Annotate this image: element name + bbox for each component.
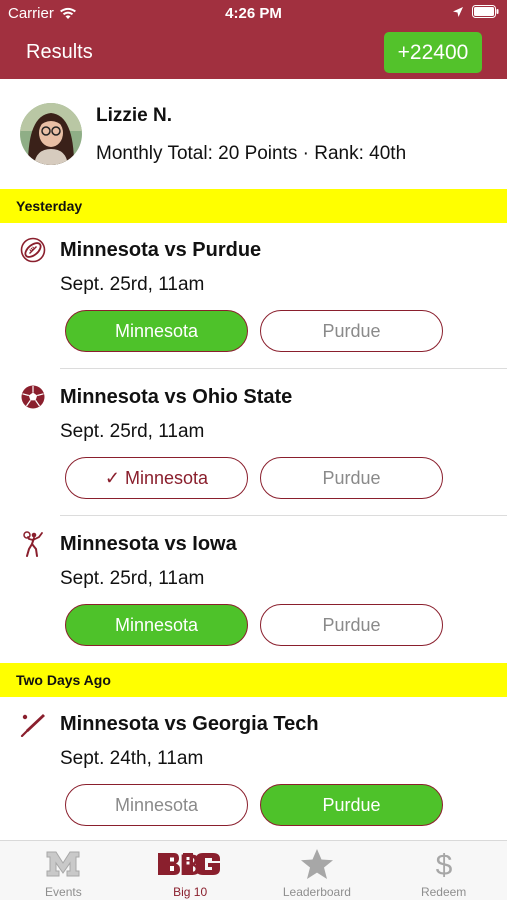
event-card: Minnesota vs Purdue Sept. 25rd, 11am Min… <box>0 223 507 369</box>
football-icon <box>20 237 46 263</box>
pick-minnesota-button[interactable]: Minnesota <box>65 784 248 826</box>
tab-label: Redeem <box>420 885 467 899</box>
pick-purdue-button[interactable]: Purdue <box>260 604 443 646</box>
pick-purdue-button[interactable]: Purdue <box>260 784 443 826</box>
event-card: Minnesota vs Ohio State Sept. 25rd, 11am… <box>0 370 507 516</box>
profile-name: Lizzie N. <box>96 105 173 126</box>
event-datetime: Sept. 24th, 11am <box>60 748 204 769</box>
event-card: Minnesota vs Iowa Sept. 25rd, 11am Minne… <box>0 517 507 663</box>
svg-text:$: $ <box>435 849 452 880</box>
event-matchup: Minnesota vs Iowa <box>60 533 237 555</box>
minnesota-m-icon <box>0 847 127 881</box>
pick-minnesota-button[interactable]: ✓ Minnesota <box>65 457 248 499</box>
tab-label: Leaderboard <box>282 885 351 899</box>
event-datetime: Sept. 25rd, 11am <box>60 421 205 442</box>
star-icon <box>254 847 381 881</box>
avatar[interactable] <box>20 103 82 165</box>
profile-card: Lizzie N. Monthly Total: 20 Points · Ran… <box>0 79 507 189</box>
profile-stats: Monthly Total: 20 Points · Rank: 40th <box>96 143 407 164</box>
tab-redeem[interactable]: $ Redeem <box>380 841 507 900</box>
baseball-bat-icon <box>20 714 45 737</box>
clock: 4:26 PM <box>225 5 282 22</box>
event-datetime: Sept. 25rd, 11am <box>60 568 205 589</box>
soccer-ball-icon <box>21 385 45 409</box>
volleyball-icon <box>23 531 43 557</box>
section-header-yesterday: Yesterday <box>0 189 507 223</box>
event-matchup: Minnesota vs Georgia Tech <box>60 713 319 735</box>
tab-leaderboard[interactable]: Leaderboard <box>254 841 381 900</box>
tab-label: Events <box>45 885 82 899</box>
big-ten-logo-icon: B <box>127 847 254 881</box>
tab-label: Big 10 <box>173 885 208 899</box>
event-matchup: Minnesota vs Ohio State <box>60 386 293 408</box>
section-header-two-days-ago: Two Days Ago <box>0 663 507 697</box>
page-title: Results <box>26 41 93 63</box>
divider <box>60 515 507 516</box>
event-datetime: Sept. 25rd, 11am <box>60 274 205 295</box>
status-bar: Carrier 4:26 PM <box>0 0 507 28</box>
event-card: Minnesota vs Georgia Tech Sept. 24th, 11… <box>0 697 507 843</box>
tab-bar: Events B Big 10 Leaderboard <box>0 840 507 900</box>
status-indicators <box>452 5 499 18</box>
battery-icon <box>472 5 499 18</box>
location-arrow-icon <box>453 6 463 17</box>
event-matchup: Minnesota vs Purdue <box>60 239 262 261</box>
tab-events[interactable]: Events <box>0 841 127 900</box>
pick-purdue-button[interactable]: Purdue <box>260 310 443 352</box>
pick-minnesota-button[interactable]: Minnesota <box>65 310 248 352</box>
tab-big-10[interactable]: B Big 10 <box>127 841 254 900</box>
pick-purdue-button[interactable]: Purdue <box>260 457 443 499</box>
pick-minnesota-button[interactable]: Minnesota <box>65 604 248 646</box>
points-badge[interactable]: +22400 <box>384 32 482 73</box>
divider <box>60 368 507 369</box>
dollar-icon: $ <box>380 847 507 881</box>
nav-bar: Results +22400 <box>0 28 507 79</box>
